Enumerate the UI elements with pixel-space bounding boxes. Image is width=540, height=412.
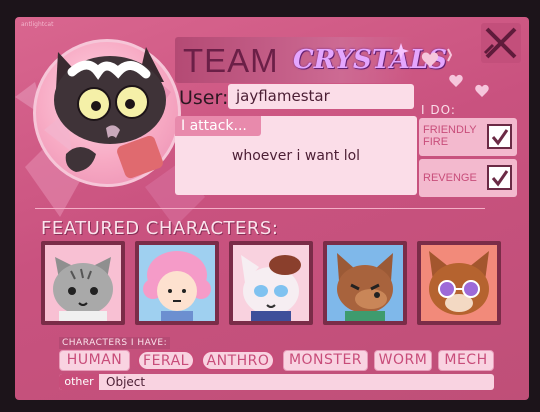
attack-label: I attack... (175, 116, 261, 136)
team-header: TEAM CRYSTALS (175, 37, 447, 83)
team-word: TEAM (183, 42, 279, 79)
featured-character-4[interactable] (323, 241, 407, 325)
revenge-label: REVENGE (423, 172, 477, 184)
tag-anthro[interactable]: ANTHRO (201, 350, 275, 371)
revenge-option[interactable]: REVENGE (419, 159, 517, 197)
gray-tabby-cat-portrait (53, 257, 113, 321)
user-field[interactable]: jayflamestar (228, 84, 414, 109)
featured-character-3[interactable] (229, 241, 313, 325)
checkmark-icon (491, 129, 509, 146)
tag-human[interactable]: HUMAN (59, 350, 130, 371)
featured-title: FEATURED CHARACTERS: (41, 218, 279, 239)
checkmark-icon (491, 170, 509, 187)
tag-monster[interactable]: MONSTER (283, 350, 368, 371)
tag-worm[interactable]: WORM (374, 350, 432, 371)
friendly-fire-label-line2: FIRE (423, 136, 449, 148)
brown-wolf-portrait (337, 253, 393, 321)
sparkle-icon (393, 43, 409, 59)
characters-i-have-label: CHARACTERS I HAVE: (59, 337, 171, 349)
i-do-label: I DO: (421, 103, 456, 117)
user-label: User: (179, 87, 229, 109)
divider (35, 208, 485, 209)
friendly-fire-label-line1: FRIENDLY (423, 124, 477, 136)
featured-character-5[interactable] (417, 241, 501, 325)
friendly-fire-checkbox[interactable] (487, 124, 512, 149)
friendly-fire-option[interactable]: FRIENDLY FIRE (419, 118, 517, 156)
revenge-checkbox[interactable] (487, 165, 512, 190)
featured-character-1[interactable] (41, 241, 125, 325)
heart-icon (421, 48, 489, 97)
brown-cat-with-sunglasses-portrait (429, 251, 489, 315)
pink-haired-person-portrait (143, 251, 211, 321)
avatar (33, 39, 181, 187)
featured-character-2[interactable] (135, 241, 219, 325)
watermark: antlightcat (21, 21, 54, 28)
profile-card: antlightcat TEAM CRYSTALS User: jayflame… (15, 17, 529, 400)
attack-value: whoever i want lol (231, 148, 361, 164)
black-cat-avatar (44, 47, 171, 179)
attack-field[interactable]: I attack... whoever i want lol (175, 116, 417, 195)
blue-eyed-white-cat-portrait (241, 255, 301, 321)
tag-mech[interactable]: MECH (438, 350, 494, 371)
other-field[interactable]: other Object (59, 374, 494, 390)
tag-feral[interactable]: FERAL (137, 350, 195, 371)
other-label: other (59, 374, 99, 390)
other-value: Object (106, 375, 146, 389)
